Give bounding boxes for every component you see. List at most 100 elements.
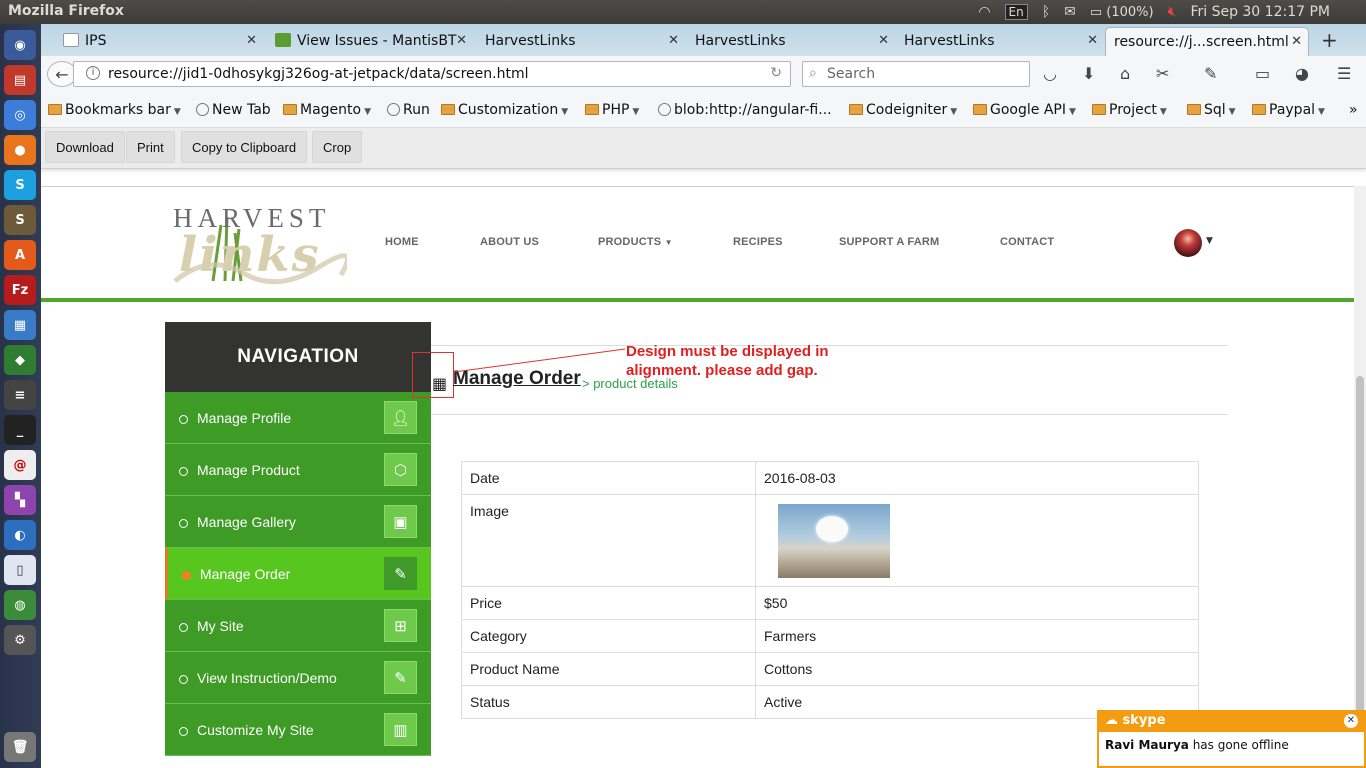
- bullet-icon: [179, 623, 188, 632]
- detail-key: Category: [461, 619, 756, 653]
- close-tab-icon[interactable]: ✕: [456, 33, 467, 48]
- wifi-icon[interactable]: ◠: [978, 4, 990, 20]
- menu-support-a-farm[interactable]: SUPPORT A FARM: [839, 236, 939, 248]
- chevron-down-icon: ▼: [1318, 107, 1325, 117]
- sidebar-item-manage-gallery[interactable]: Manage Gallery ▣: [165, 496, 431, 548]
- launcher: ◉ ▤ ◎ ● S S A Fz ▦ ◆ ≡ _ @ ▚ ◐ ▯ ◍ ⚙ 🗑︎: [0, 24, 41, 768]
- home-icon[interactable]: ⌂: [1120, 64, 1130, 83]
- menu-contact[interactable]: CONTACT: [1000, 236, 1054, 248]
- page-scrollbar[interactable]: [1354, 186, 1366, 768]
- skype-notification[interactable]: ☁ skype ✕ Ravi Maurya has gone offline: [1097, 710, 1366, 768]
- screenshot-icon[interactable]: ✂: [1156, 64, 1169, 83]
- workspace-icon[interactable]: ≡: [4, 380, 36, 410]
- bookmark-run[interactable]: Run: [387, 102, 430, 118]
- tab-mantis[interactable]: View Issues - MantisBT ✕: [275, 27, 473, 56]
- sidebar-item-view-instruction[interactable]: View Instruction/Demo ✎: [165, 652, 431, 704]
- mantis-favicon-icon: [275, 33, 291, 47]
- bookmark-php[interactable]: PHP ▼: [585, 102, 639, 118]
- software-center-icon[interactable]: A: [4, 240, 36, 270]
- close-tab-icon[interactable]: ✕: [878, 33, 889, 48]
- bookmark-google-api[interactable]: Google API ▼: [973, 102, 1076, 118]
- tab-screen-active[interactable]: resource://j...screen.html ✕: [1105, 27, 1309, 56]
- filezilla-icon[interactable]: Fz: [4, 275, 36, 305]
- sidebar-item-manage-product[interactable]: Manage Product ⬡: [165, 444, 431, 496]
- sidebar-item-customize-my-site[interactable]: Customize My Site ▥: [165, 704, 431, 756]
- screenshot-toolbar: Download Print Copy to Clipboard Crop: [41, 128, 1366, 169]
- debian-icon[interactable]: @: [4, 450, 36, 480]
- terminal-icon[interactable]: _: [4, 415, 36, 445]
- bookmark-sql[interactable]: Sql ▼: [1187, 102, 1236, 118]
- scrollbar-thumb[interactable]: [1356, 376, 1364, 716]
- menu-home[interactable]: HOME: [385, 236, 419, 248]
- chromium-icon[interactable]: ◎: [4, 100, 36, 130]
- settings-icon[interactable]: ⚙: [4, 625, 36, 655]
- bookmark-paypal[interactable]: Paypal ▼: [1252, 102, 1325, 118]
- input-language[interactable]: En: [1004, 4, 1028, 20]
- skype-launcher-icon[interactable]: S: [4, 170, 36, 200]
- page-title[interactable]: Manage Order: [453, 368, 581, 390]
- close-tab-icon[interactable]: ✕: [1087, 33, 1098, 48]
- dash-icon[interactable]: ◉: [4, 30, 36, 60]
- sublime-icon[interactable]: S: [4, 205, 36, 235]
- close-tab-icon[interactable]: ✕: [668, 33, 679, 48]
- thunderbird-icon[interactable]: ◐: [4, 520, 36, 550]
- tab-harvestlinks-1[interactable]: HarvestLinks ✕: [485, 27, 685, 56]
- tab-harvestlinks-2[interactable]: HarvestLinks ✕: [695, 27, 895, 56]
- bookmarks-overflow-icon[interactable]: »: [1349, 102, 1358, 118]
- battery-indicator[interactable]: ▭ (100%): [1090, 5, 1154, 20]
- chrome-icon[interactable]: ◍: [4, 590, 36, 620]
- bluetooth-icon[interactable]: ᛒ: [1042, 4, 1050, 20]
- crop-button[interactable]: Crop: [312, 131, 363, 163]
- sidebar-item-manage-order[interactable]: Manage Order ✎: [165, 548, 431, 600]
- menu-hamburger-icon[interactable]: ☰: [1337, 64, 1351, 83]
- search-input[interactable]: ⌕ Search: [802, 61, 1030, 87]
- harvest-links-logo[interactable]: HARVEST links: [169, 203, 350, 285]
- menu-about-us[interactable]: ABOUT US: [480, 236, 539, 248]
- detail-value: 2016-08-03: [755, 461, 1199, 495]
- info-icon[interactable]: i: [86, 66, 100, 80]
- site-header: HARVEST links HOME ABOUT US PRODUCTS ▼ R…: [41, 186, 1366, 302]
- close-tab-icon[interactable]: ✕: [1291, 34, 1302, 49]
- print-button[interactable]: Print: [126, 131, 175, 163]
- download-icon[interactable]: ⬇: [1082, 64, 1095, 83]
- trash-icon[interactable]: 🗑︎: [4, 732, 36, 762]
- bookmark-codeigniter[interactable]: Codeigniter ▼: [849, 102, 957, 118]
- sidebar-item-manage-profile[interactable]: Manage Profile 👤︎: [165, 392, 431, 444]
- tab-harvestlinks-3[interactable]: HarvestLinks ✕: [904, 27, 1104, 56]
- mail-icon[interactable]: ✉: [1064, 4, 1076, 20]
- bookmark-customization[interactable]: Customization ▼: [441, 102, 568, 118]
- writer-icon[interactable]: ▦: [4, 310, 36, 340]
- menu-products[interactable]: PRODUCTS ▼: [598, 236, 673, 248]
- reload-icon[interactable]: ↻: [770, 65, 782, 81]
- bookmark-project[interactable]: Project ▼: [1092, 102, 1167, 118]
- avatar[interactable]: [1174, 229, 1202, 257]
- close-tab-icon[interactable]: ✕: [246, 33, 257, 48]
- url-bar[interactable]: i resource://jid1-0dhosykgj326og-at-jetp…: [73, 61, 791, 87]
- close-icon[interactable]: ✕: [1344, 714, 1358, 728]
- menu-recipes[interactable]: RECIPES: [733, 236, 783, 248]
- color-picker-icon[interactable]: ◕: [1295, 64, 1309, 83]
- firefox-icon[interactable]: ●: [4, 135, 36, 165]
- eyedropper-icon[interactable]: ✎: [1204, 64, 1217, 83]
- battery-icon: ▭: [1089, 4, 1103, 20]
- bookmark-magento[interactable]: Magento ▼: [283, 102, 371, 118]
- gallery-icon: ▣: [384, 505, 417, 538]
- clock[interactable]: Fri Sep 30 12:17 PM: [1190, 4, 1330, 20]
- volume-muted-icon[interactable]: 🔇︎: [1168, 4, 1177, 20]
- ruler-icon[interactable]: ▭: [1255, 64, 1270, 83]
- document-icon[interactable]: ▯: [4, 555, 36, 585]
- workspaces-icon[interactable]: ▚: [4, 485, 36, 515]
- divider: [431, 414, 1228, 415]
- files-icon[interactable]: ▤: [4, 65, 36, 95]
- cube-icon[interactable]: ◆: [4, 345, 36, 375]
- bookmark-new-tab[interactable]: New Tab: [196, 102, 271, 118]
- bookmark-blob-angular[interactable]: blob:http://angular-fi...: [658, 102, 832, 118]
- pocket-icon[interactable]: ◡: [1043, 64, 1057, 83]
- new-tab-icon[interactable]: +: [1321, 28, 1338, 52]
- copy-to-clipboard-button[interactable]: Copy to Clipboard: [181, 131, 308, 163]
- download-button[interactable]: Download: [45, 131, 125, 163]
- bookmark-bookmarks-bar[interactable]: Bookmarks bar ▼: [48, 102, 181, 118]
- sidebar-item-my-site[interactable]: My Site ⊞: [165, 600, 431, 652]
- chevron-down-icon[interactable]: ▼: [1206, 236, 1213, 246]
- tab-ips[interactable]: IPS ✕: [63, 27, 263, 56]
